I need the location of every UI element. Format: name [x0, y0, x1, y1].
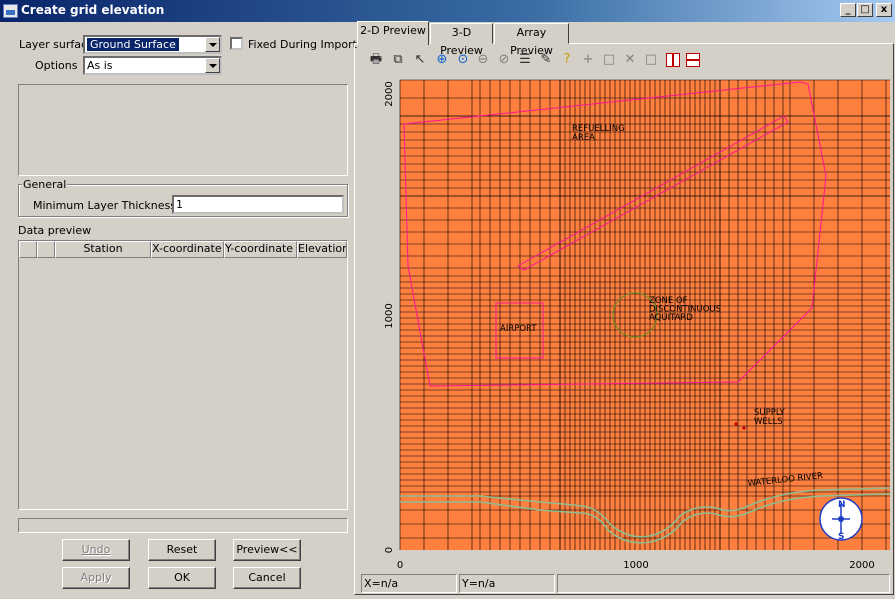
supply-well — [742, 426, 746, 430]
ok-button[interactable]: OK — [148, 567, 216, 589]
y-tick-label: 1000 — [384, 303, 395, 328]
fixed-during-import-checkbox[interactable] — [230, 37, 243, 50]
layer-surface-select[interactable]: Ground Surface — [83, 35, 222, 54]
airport-label: AIRPORT — [500, 324, 537, 334]
tab-2d-preview[interactable]: 2-D Preview — [357, 21, 429, 45]
status-field — [557, 574, 890, 593]
x-tick-label: 1000 — [623, 560, 648, 571]
info-panel — [18, 84, 348, 176]
x-tick-label: 0 — [397, 560, 403, 571]
chevron-down-icon[interactable] — [205, 58, 220, 73]
tab-3d-preview[interactable]: 3-D Preview — [430, 23, 493, 57]
new-icon[interactable]: □ — [601, 52, 617, 68]
table-header-cell[interactable] — [37, 241, 55, 258]
options-value: As is — [87, 59, 113, 72]
window-title: Create grid elevation — [21, 3, 165, 17]
options-label: Options — [35, 59, 78, 72]
column-header-elevation[interactable]: Elevation [m] — [297, 241, 347, 258]
delete-icon[interactable]: ✕ — [622, 52, 638, 68]
properties-icon[interactable]: ✎ — [538, 52, 554, 68]
x-tick-label: 2000 — [849, 560, 874, 571]
arrow-pointer-icon[interactable]: ↖ — [412, 52, 428, 68]
reset-button[interactable]: Reset — [148, 539, 216, 561]
data-preview-table[interactable]: Station X-coordinate [r Y-coordinate [r … — [18, 240, 348, 510]
add-point-icon[interactable]: + — [580, 52, 596, 68]
apply-button[interactable]: Apply — [62, 567, 130, 589]
options-select[interactable]: As is — [83, 56, 222, 75]
progress-bar — [18, 518, 348, 533]
compass-south: S — [838, 532, 844, 542]
minimize-button[interactable]: _ — [840, 3, 856, 17]
horizontal-line-icon[interactable] — [686, 53, 700, 67]
table-header-cell[interactable] — [19, 241, 37, 258]
undo-button[interactable]: Undo — [62, 539, 130, 561]
printer-icon[interactable]: 🖶 — [368, 52, 384, 68]
copy-icon[interactable]: ⧉ — [390, 52, 406, 68]
status-y-coordinate: Y=n/a — [459, 574, 555, 593]
column-header-x-coordinate[interactable]: X-coordinate [r — [151, 241, 224, 258]
compass-north: N — [838, 500, 846, 510]
zoom-out-icon[interactable]: ⊖ — [475, 52, 491, 68]
layer-surface-value: Ground Surface — [87, 38, 179, 51]
supply-wells-label: SUPPLY WELLS — [754, 408, 785, 427]
close-button[interactable]: x — [876, 3, 892, 17]
zoom-reset-icon[interactable]: ⊘ — [496, 52, 512, 68]
zoom-window-icon[interactable]: ⊙ — [455, 52, 471, 68]
cancel-button[interactable]: Cancel — [233, 567, 301, 589]
fixed-during-import-label: Fixed During Import — [248, 38, 357, 51]
grid-map[interactable]: REFUELLING AREA ZONE OF DISCONTINUOUS AQUIT… — [360, 76, 890, 574]
general-group-title: General — [22, 178, 68, 191]
supply-well — [734, 422, 738, 426]
app-icon — [3, 4, 18, 18]
list-icon[interactable]: ☰ — [517, 52, 533, 68]
min-thickness-input[interactable]: 1 — [172, 195, 344, 214]
maximize-button[interactable]: □ — [857, 3, 873, 17]
status-x-coordinate: X=n/a — [361, 574, 457, 593]
y-tick-label: 0 — [384, 547, 395, 553]
title-bar: Create grid elevation _ □ x — [0, 0, 895, 22]
vertical-line-icon[interactable] — [666, 53, 680, 67]
zoom-in-icon[interactable]: ⊕ — [434, 52, 450, 68]
column-header-station[interactable]: Station — [55, 241, 151, 258]
min-thickness-value: 1 — [176, 198, 183, 211]
tab-array-preview[interactable]: Array Preview — [494, 23, 569, 57]
blank-icon[interactable]: □ — [643, 52, 659, 68]
column-header-y-coordinate[interactable]: Y-coordinate [r — [224, 241, 297, 258]
preview-button[interactable]: Preview<< — [233, 539, 301, 561]
help-icon[interactable]: ? — [559, 52, 575, 68]
data-preview-label: Data preview — [18, 224, 92, 237]
y-tick-label: 2000 — [384, 81, 395, 106]
chevron-down-icon[interactable] — [205, 37, 220, 52]
